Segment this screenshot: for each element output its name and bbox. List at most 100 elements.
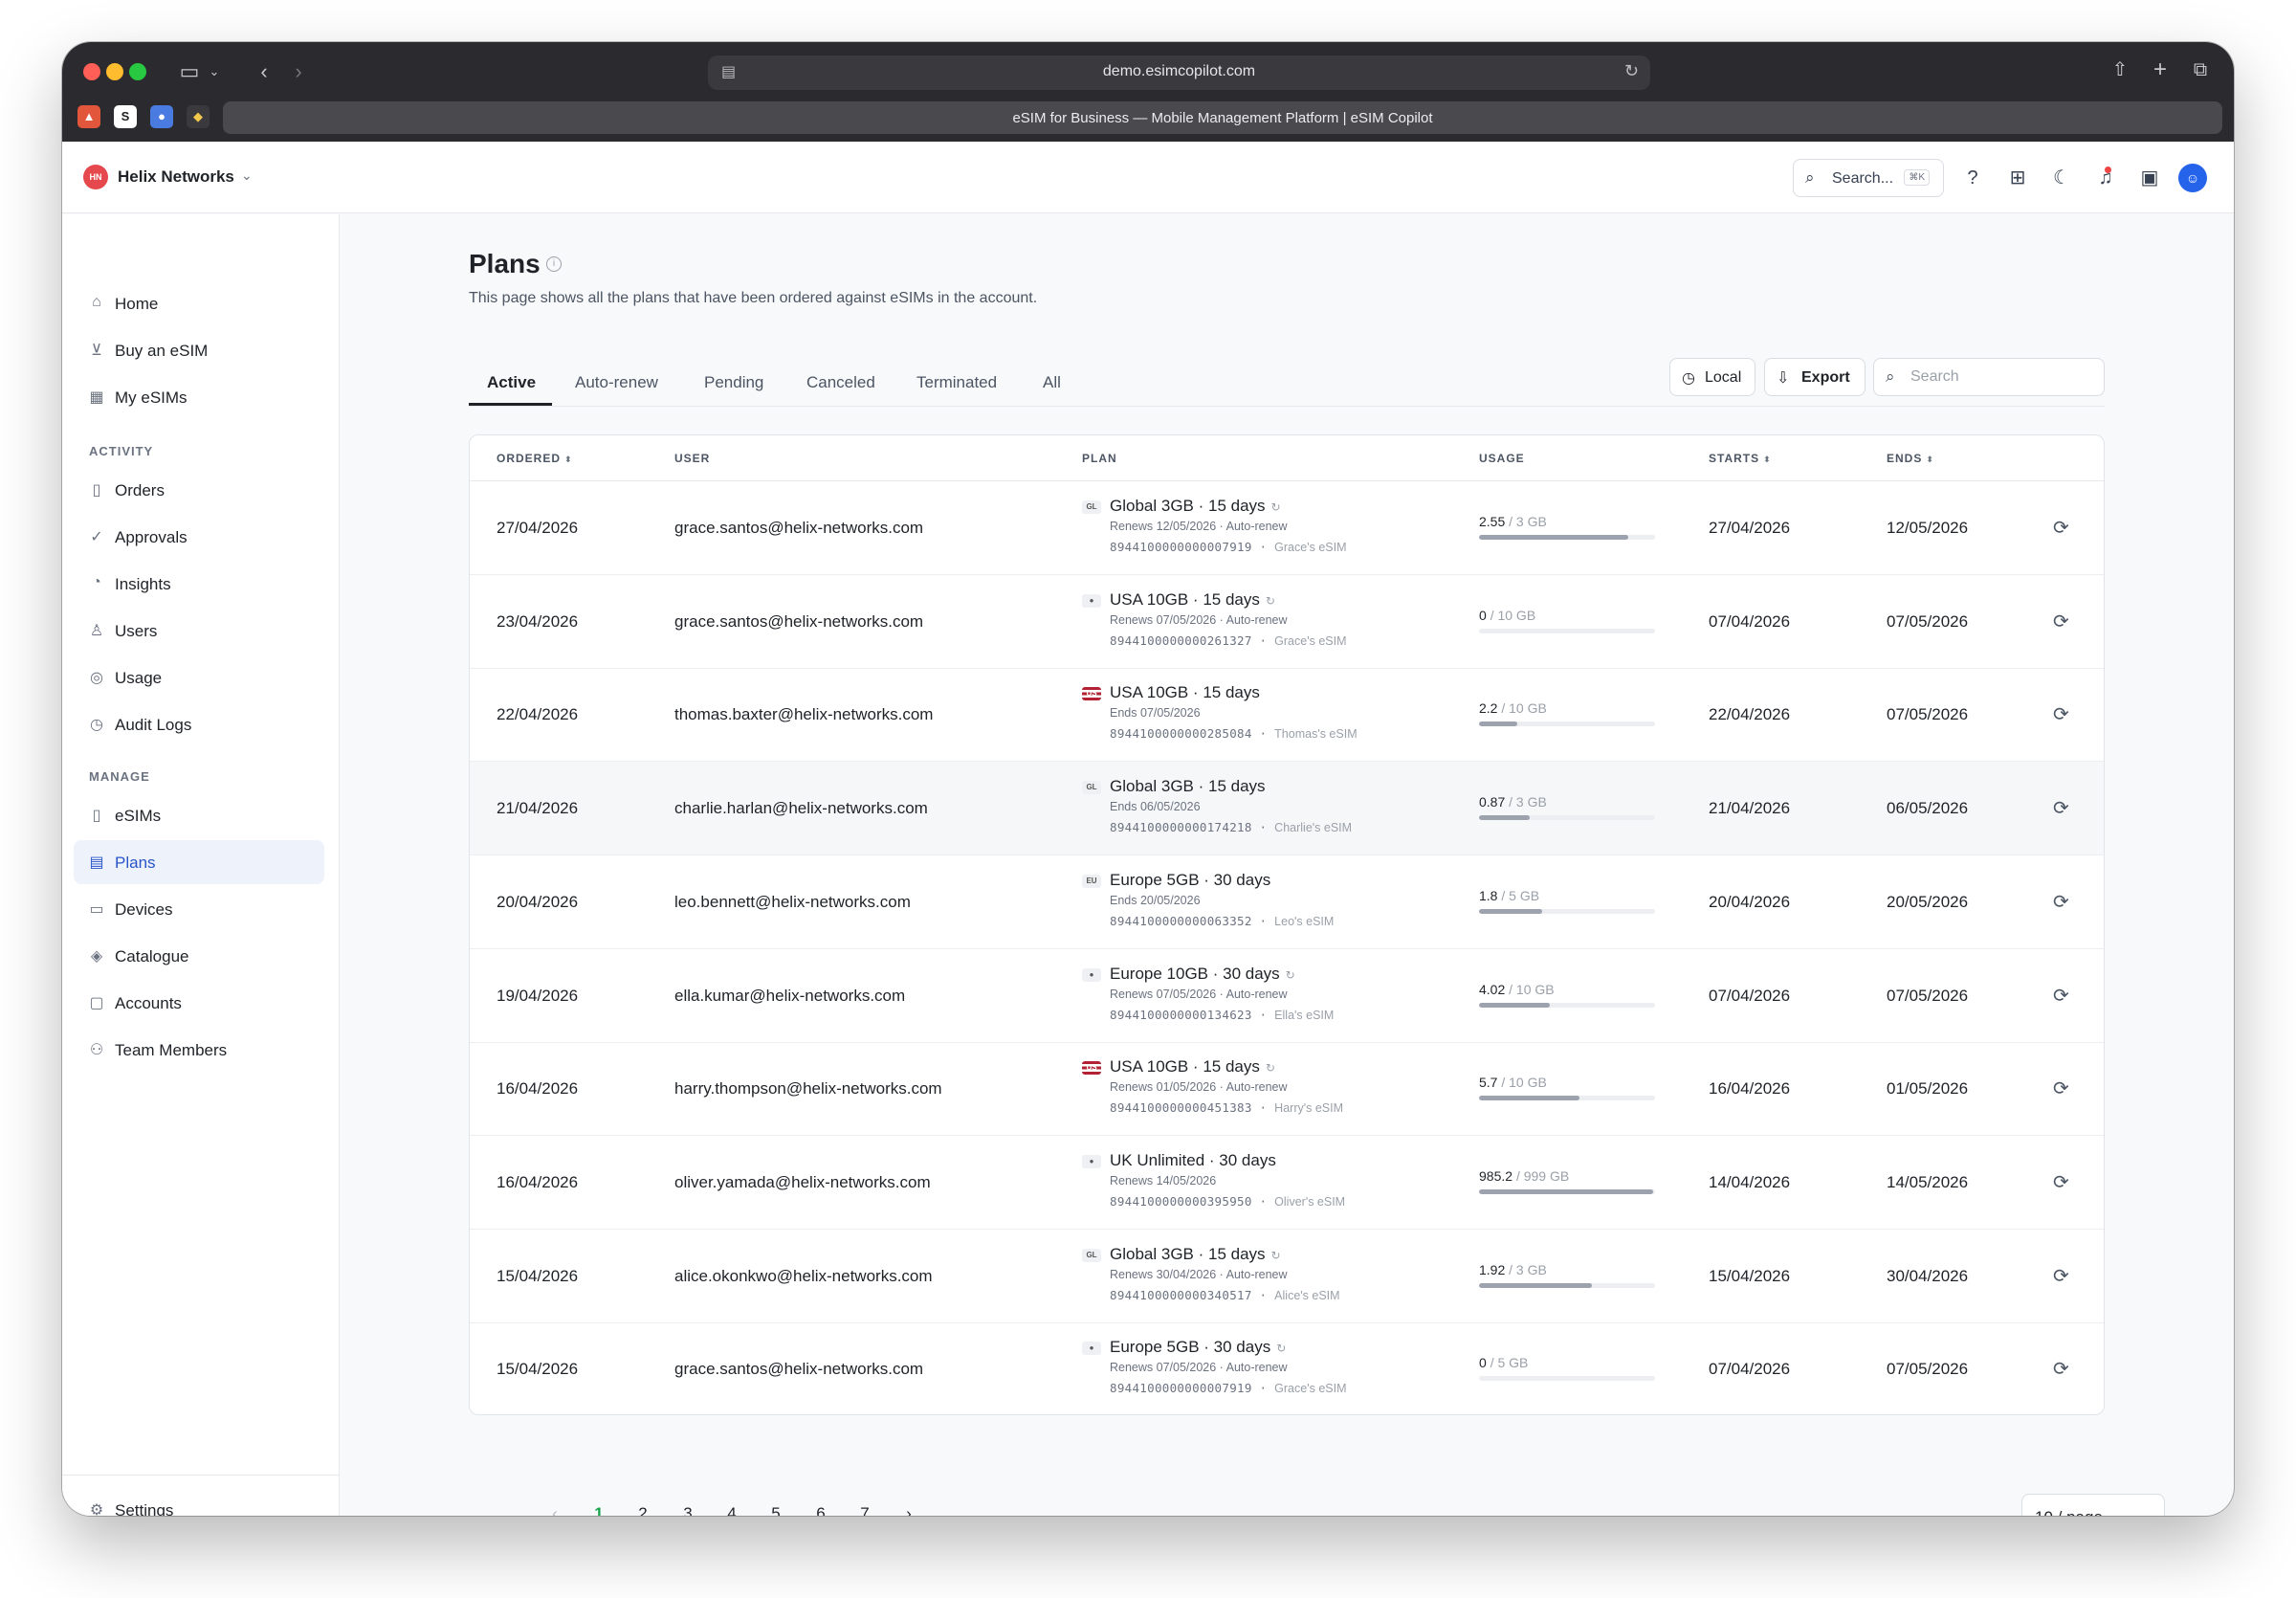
- sidebar-item-insights[interactable]: ◔ Insights: [74, 562, 324, 606]
- sidebar-item-orders[interactable]: ▯ Orders: [74, 468, 324, 512]
- plan-name[interactable]: Europe 10GB · 30 days ↻: [1110, 965, 1295, 984]
- refresh-icon[interactable]: ⟳: [2053, 702, 2069, 726]
- wallet-icon[interactable]: ▣: [2138, 166, 2161, 189]
- user-email[interactable]: grace.santos@helix-networks.com: [674, 1360, 923, 1379]
- user-email[interactable]: harry.thompson@helix-networks.com: [674, 1079, 942, 1099]
- chevron-down-icon[interactable]: ⌄: [206, 57, 223, 86]
- help-icon[interactable]: ?: [1961, 166, 1984, 189]
- tab-auto-renew[interactable]: Auto-renew: [575, 373, 658, 392]
- user-email[interactable]: leo.bennett@helix-networks.com: [674, 893, 911, 912]
- column-header-ends[interactable]: ENDS ⬍: [1887, 452, 1934, 465]
- sidebar-item-settings[interactable]: ⚙ Settings: [74, 1488, 324, 1516]
- user-email[interactable]: grace.santos@helix-networks.com: [674, 519, 923, 538]
- page-5-button[interactable]: 5: [762, 1504, 790, 1516]
- share-icon[interactable]: ⇧: [2108, 55, 2132, 84]
- sidebar-item-plans[interactable]: ▤ Plans: [74, 840, 324, 884]
- sidebar-item-users[interactable]: ♙ Users: [74, 609, 324, 653]
- info-icon[interactable]: i: [546, 256, 562, 272]
- table-row[interactable]: 15/04/2026 alice.okonkwo@helix-networks.c…: [470, 1230, 2104, 1323]
- plan-name[interactable]: USA 10GB · 15 days ↻: [1110, 1057, 1275, 1076]
- plan-name[interactable]: Global 3GB · 15 days ↻: [1110, 1245, 1281, 1264]
- page-size-select[interactable]: 10 / page ⌄: [2021, 1494, 2165, 1516]
- favicon-2-icon[interactable]: S: [114, 105, 137, 128]
- table-row[interactable]: 27/04/2026 grace.santos@helix-networks.co…: [470, 481, 2104, 575]
- page-2-button[interactable]: 2: [629, 1504, 657, 1516]
- refresh-icon[interactable]: ⟳: [2053, 984, 2069, 1008]
- local-time-button[interactable]: ◷ Local: [1669, 358, 1755, 396]
- table-row[interactable]: 22/04/2026 thomas.baxter@helix-networks.c…: [470, 668, 2104, 763]
- next-page-button[interactable]: ›: [894, 1504, 923, 1516]
- tab-overview-icon[interactable]: ⧉: [2188, 55, 2213, 84]
- back-icon[interactable]: ‹: [254, 57, 275, 86]
- address-bar[interactable]: ▤ demo.esimcopilot.com ↻: [708, 55, 1650, 90]
- org-switcher[interactable]: Helix Networks: [118, 167, 234, 187]
- table-row[interactable]: 20/04/2026 leo.bennett@helix-networks.com…: [470, 855, 2104, 949]
- close-window-button[interactable]: [83, 63, 100, 80]
- refresh-icon[interactable]: ⟳: [2053, 890, 2069, 914]
- refresh-icon[interactable]: ⟳: [2053, 796, 2069, 820]
- plan-name[interactable]: Europe 5GB · 30 days: [1110, 871, 1270, 890]
- user-email[interactable]: thomas.baxter@helix-networks.com: [674, 705, 933, 724]
- new-tab-icon[interactable]: +: [2148, 55, 2173, 84]
- org-avatar[interactable]: HN: [83, 165, 108, 189]
- tab-all[interactable]: All: [1043, 373, 1061, 392]
- table-row[interactable]: 16/04/2026 oliver.yamada@helix-networks.c…: [470, 1136, 2104, 1230]
- plan-name[interactable]: Global 3GB · 15 days ↻: [1110, 497, 1281, 516]
- user-avatar[interactable]: ☺: [2178, 164, 2207, 192]
- user-email[interactable]: grace.santos@helix-networks.com: [674, 612, 923, 632]
- table-search-box[interactable]: ⌕: [1873, 358, 2105, 396]
- tab-terminated[interactable]: Terminated: [916, 373, 997, 392]
- chevron-down-icon[interactable]: ⌄: [241, 167, 253, 184]
- refresh-icon[interactable]: ⟳: [2053, 1264, 2069, 1288]
- refresh-icon[interactable]: ⟳: [2053, 1076, 2069, 1100]
- plan-name[interactable]: UK Unlimited · 30 days: [1110, 1151, 1276, 1170]
- tab-active[interactable]: Active: [487, 373, 536, 392]
- page-6-button[interactable]: 6: [806, 1504, 835, 1516]
- active-browser-tab[interactable]: eSIM for Business — Mobile Management Pl…: [223, 101, 2222, 134]
- user-email[interactable]: charlie.harlan@helix-networks.com: [674, 799, 928, 818]
- plan-name[interactable]: Global 3GB · 15 days: [1110, 777, 1266, 796]
- sidebar-item-usage[interactable]: ◎ Usage: [74, 655, 324, 699]
- favicon-4-icon[interactable]: ◆: [187, 105, 210, 128]
- dark-mode-icon[interactable]: ☾: [2050, 166, 2073, 189]
- refresh-icon[interactable]: ⟳: [2053, 610, 2069, 633]
- table-row[interactable]: 23/04/2026 grace.santos@helix-networks.co…: [470, 575, 2104, 669]
- column-header-starts[interactable]: STARTS ⬍: [1709, 452, 1772, 465]
- refresh-icon[interactable]: ⟳: [2053, 1357, 2069, 1381]
- tab-pending[interactable]: Pending: [704, 373, 763, 392]
- table-row[interactable]: 21/04/2026 charlie.harlan@helix-networks.…: [470, 762, 2104, 856]
- minimize-window-button[interactable]: [106, 63, 123, 80]
- sidebar-toggle-icon[interactable]: ▭: [177, 57, 202, 86]
- table-row[interactable]: 19/04/2026 ella.kumar@helix-networks.com ●…: [470, 949, 2104, 1043]
- plan-name[interactable]: USA 10GB · 15 days ↻: [1110, 590, 1275, 610]
- export-button[interactable]: ⇩ Export: [1764, 358, 1866, 396]
- sidebar-item-home[interactable]: ⌂ Home: [74, 281, 324, 325]
- apps-grid-icon[interactable]: ⊞: [2006, 166, 2029, 189]
- favicon-1-icon[interactable]: ▲: [77, 105, 100, 128]
- sidebar-item-my-esims[interactable]: ▦ My eSIMs: [74, 375, 324, 419]
- sidebar-item-approvals[interactable]: ✓ Approvals: [74, 515, 324, 559]
- reload-icon[interactable]: ↻: [1624, 61, 1639, 81]
- plan-name[interactable]: Europe 5GB · 30 days ↻: [1110, 1338, 1286, 1357]
- user-email[interactable]: ella.kumar@helix-networks.com: [674, 987, 905, 1006]
- sidebar-item-esims[interactable]: ▯ eSIMs: [74, 793, 324, 837]
- page-3-button[interactable]: 3: [673, 1504, 702, 1516]
- page-7-button[interactable]: 7: [850, 1504, 879, 1516]
- favicon-3-icon[interactable]: ●: [150, 105, 173, 128]
- sidebar-item-buy-esim[interactable]: ⊻ Buy an eSIM: [74, 328, 324, 372]
- column-header-ordered[interactable]: ORDERED ⬍: [497, 452, 573, 465]
- table-row[interactable]: 15/04/2026 grace.santos@helix-networks.co…: [470, 1322, 2104, 1414]
- global-search-button[interactable]: ⌕ Search... ⌘K: [1793, 159, 1944, 197]
- sidebar-item-audit-logs[interactable]: ◷ Audit Logs: [74, 702, 324, 746]
- refresh-icon[interactable]: ⟳: [2053, 516, 2069, 540]
- sidebar-item-team-members[interactable]: ⚇ Team Members: [74, 1028, 324, 1072]
- user-email[interactable]: alice.okonkwo@helix-networks.com: [674, 1267, 933, 1286]
- plan-name[interactable]: USA 10GB · 15 days: [1110, 683, 1260, 702]
- forward-icon[interactable]: ›: [288, 57, 309, 86]
- sidebar-item-devices[interactable]: ▭ Devices: [74, 887, 324, 931]
- refresh-icon[interactable]: ⟳: [2053, 1170, 2069, 1194]
- tab-canceled[interactable]: Canceled: [806, 373, 875, 392]
- page-1-button[interactable]: 1: [585, 1504, 613, 1516]
- table-row[interactable]: 16/04/2026 harry.thompson@helix-networks.…: [470, 1042, 2104, 1137]
- table-search-input[interactable]: [1910, 366, 2092, 388]
